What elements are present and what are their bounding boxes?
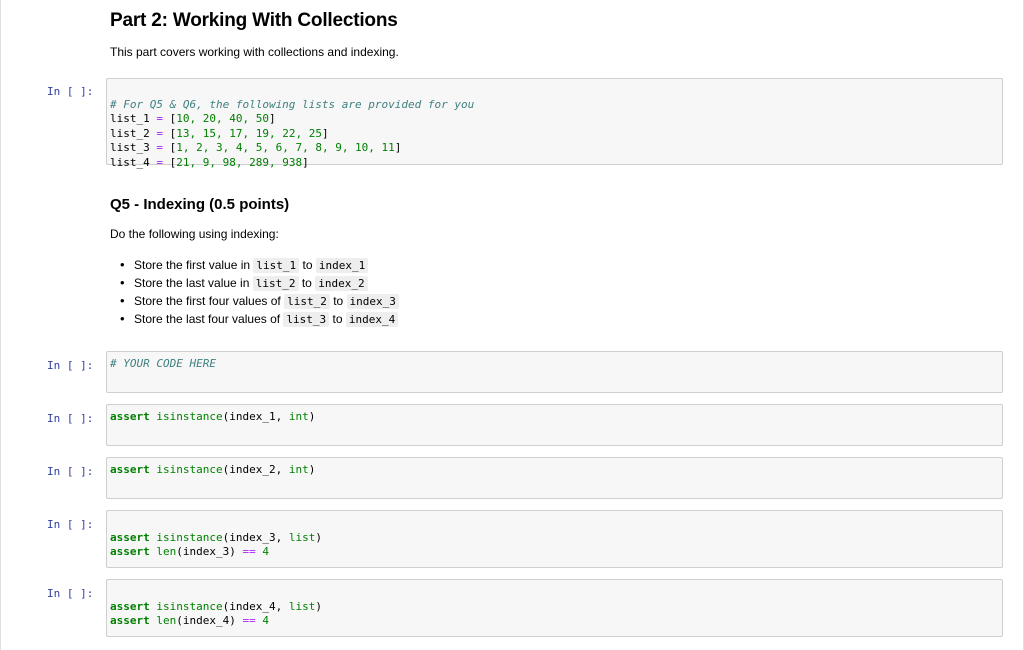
code-line-assert: assert isinstance(index_2, int) (110, 463, 316, 476)
code-cell-assert-4[interactable]: assert isinstance(index_4, list) assert … (106, 579, 1003, 637)
code-comment: # For Q5 & Q6, the following lists are p… (110, 97, 475, 111)
q5-task-list: Store the first value in list_1 to index… (110, 256, 399, 328)
cell-prompt-lists: In [ ]: (47, 85, 94, 98)
code-line-assert: assert isinstance(index_1, int) (110, 410, 316, 423)
code-cell-assert-3[interactable]: assert isinstance(index_3, list) assert … (106, 510, 1003, 568)
code-line-assert-len: assert len(index_4) == 4 (110, 614, 269, 627)
q5-task-item: Store the first four values of list_2 to… (110, 292, 399, 310)
cell-prompt-assert-2: In [ ]: (47, 465, 94, 478)
part-intro: This part covers working with collection… (110, 45, 399, 59)
cell-prompt-your-code: In [ ]: (47, 359, 94, 372)
code-line-list-4: list_4 = [21, 9, 98, 289, 938] (110, 155, 309, 169)
code-line-list-3: list_3 = [1, 2, 3, 4, 5, 6, 7, 8, 9, 10,… (110, 141, 402, 154)
code-comment: # YOUR CODE HERE (110, 357, 216, 370)
code-line-assert: assert isinstance(index_3, list) (110, 530, 322, 544)
q5-title: Q5 - Indexing (0.5 points) (110, 196, 290, 213)
code-line-assert-len: assert len(index_3) == 4 (110, 545, 269, 558)
code-line-assert: assert isinstance(index_4, list) (110, 599, 322, 613)
part-title: Part 2: Working With Collections (110, 10, 398, 31)
q5-task-item: Store the last four values of list_3 to … (110, 310, 399, 328)
cell-prompt-assert-1: In [ ]: (47, 412, 94, 425)
q5-task-item: Store the first value in list_1 to index… (110, 256, 399, 274)
q5-task-item: Store the last value in list_2 to index_… (110, 274, 399, 292)
code-cell-assert-1[interactable]: assert isinstance(index_1, int) (106, 404, 1003, 446)
notebook-left-border (0, 0, 1, 650)
code-cell-assert-2[interactable]: assert isinstance(index_2, int) (106, 457, 1003, 499)
cell-prompt-assert-3: In [ ]: (47, 518, 94, 531)
cell-prompt-assert-4: In [ ]: (47, 587, 94, 600)
code-line-list-1: list_1 = [10, 20, 40, 50] (110, 112, 276, 125)
q5-intro: Do the following using indexing: (110, 227, 279, 241)
code-cell-your-code[interactable]: # YOUR CODE HERE (106, 351, 1003, 393)
code-cell-lists[interactable]: # For Q5 & Q6, the following lists are p… (106, 78, 1003, 169)
code-line-list-2: list_2 = [13, 15, 17, 19, 22, 25] (110, 126, 329, 140)
